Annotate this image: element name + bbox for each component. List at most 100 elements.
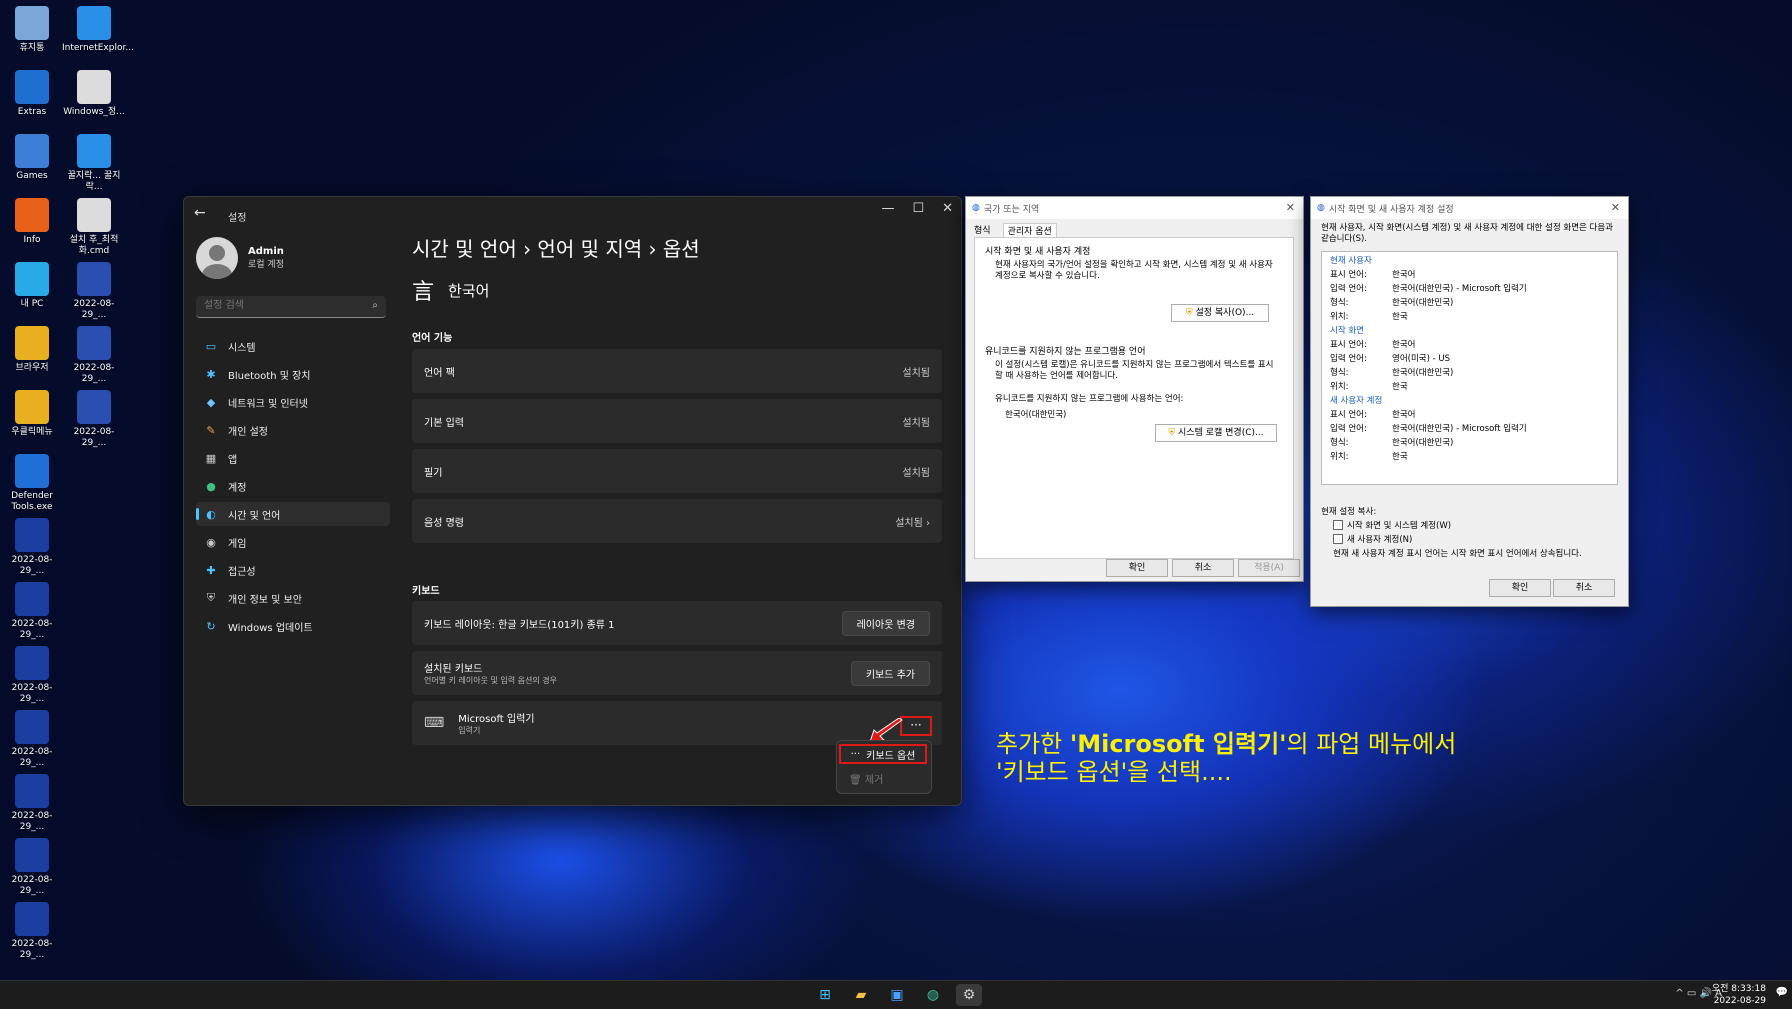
settings-icon[interactable]: ⚙ (956, 984, 982, 1006)
back-arrow-icon[interactable]: ← (194, 205, 206, 221)
desktop-icon[interactable]: Defender Tools.exe (0, 454, 64, 513)
desktop-icon[interactable]: Info (0, 198, 64, 246)
clock[interactable]: 오전 8:33:18 2022-08-29 (1712, 983, 1766, 1007)
desktop-icon[interactable]: Extras (0, 70, 64, 118)
notification-icon[interactable]: 💬 (1776, 987, 1788, 998)
sidebar-item-6[interactable]: ◐ 시간 및 언어 (196, 502, 390, 526)
desktop-icon[interactable]: 2022-08-29_... (0, 518, 64, 577)
feature-row[interactable]: 음성 명령 설치됨 › (412, 499, 942, 543)
desktop-icon[interactable]: 2022-08-29_... (0, 902, 64, 961)
copy-welcome-checkbox[interactable]: 시작 화면 및 시스템 계정(W) (1333, 519, 1451, 531)
sidebar-item-8[interactable]: ✚ 접근성 (196, 558, 390, 582)
sidebar-item-7[interactable]: ◉ 게임 (196, 530, 390, 554)
summary-value: 한국어(대한민국) (1392, 438, 1454, 448)
close-icon[interactable]: ✕ (1286, 201, 1295, 214)
sidebar-item-label: 네트워크 및 인터넷 (228, 398, 308, 410)
close-icon[interactable]: ✕ (1611, 201, 1620, 214)
change-layout-button[interactable]: 레이아웃 변경 (841, 610, 930, 636)
settings-search: ⌕ (196, 296, 386, 318)
desktop-icon[interactable]: Windows_정... (62, 70, 126, 118)
maximize-icon[interactable]: ☐ (912, 201, 924, 216)
desktop-icon[interactable]: 내 PC (0, 262, 64, 310)
ok-button[interactable]: 확인 (1489, 579, 1551, 597)
desktop-icon-label: 2022-08-29_... (73, 299, 115, 320)
summary-value: 한국어(대한민국) - Microsoft 입력기 (1392, 424, 1527, 434)
search-input[interactable] (196, 296, 372, 315)
desktop-icon[interactable]: 우클릭메뉴 (0, 390, 64, 438)
desktop-icon[interactable]: 2022-08-29_... (0, 646, 64, 705)
desktop-icon[interactable]: 2022-08-29_... (62, 390, 126, 449)
desktop-icon[interactable]: 브라우저 (0, 326, 64, 374)
user-profile[interactable]: Admin 로컬 계정 (196, 237, 284, 279)
desktop-icon-label: InternetExplor... (62, 43, 134, 53)
desktop-icon[interactable]: Games (0, 134, 64, 182)
apply-button[interactable]: 적용(A) (1238, 559, 1300, 577)
more-options-button[interactable]: ··· (900, 716, 932, 736)
close-icon[interactable]: ✕ (942, 201, 953, 216)
settings-summary-list: 현재 사용자 표시 언어: 한국어 입력 언어: 한국어(대한민국) - Microso… (1321, 251, 1618, 485)
sidebar-nav: ▭ 시스템 ✱ Bluetooth 및 장치 ◆ 네트워크 및 인터넷 ✎ 개인 설정 ▦ 앱 ● 계… (196, 334, 390, 642)
feature-row[interactable]: 필기 설치됨 (412, 449, 942, 493)
sidebar-item-1[interactable]: ✱ Bluetooth 및 장치 (196, 362, 390, 386)
minimize-icon[interactable]: — (881, 201, 894, 216)
copy-label: 현재 설정 복사: (1321, 507, 1377, 517)
desktop-app-icon (15, 518, 49, 552)
copy-new-user-checkbox[interactable]: 새 사용자 계정(N) (1333, 533, 1412, 545)
tab-format[interactable]: 형식 (974, 223, 991, 237)
window-title: 설정 (228, 213, 247, 224)
summary-value: 한국어(대한민국) (1392, 298, 1454, 308)
desktop-icon[interactable]: 꿀지락... 꿀지락... (62, 134, 126, 193)
welcome-dialog-titlebar: ◍ 시작 화면 및 새 사용자 계정 설정 ✕ (1311, 197, 1628, 219)
sidebar-item-5[interactable]: ● 계정 (196, 474, 390, 498)
desktop-icon[interactable]: 2022-08-29_... (0, 710, 64, 769)
desktop-icon[interactable]: 2022-08-29_... (0, 774, 64, 833)
ok-button[interactable]: 확인 (1106, 559, 1168, 577)
welcome-intro: 현재 사용자, 시작 화면(시스템 계정) 및 새 사용자 계정에 대한 설정 … (1321, 223, 1614, 244)
keyboard-options-menu-item[interactable]: ··· 키보드 옵션 (839, 744, 927, 764)
profile-name: Admin (248, 246, 284, 257)
sidebar-item-9[interactable]: ⛨ 개인 정보 및 보안 (196, 586, 390, 610)
desktop-icon[interactable]: 휴지통 (0, 6, 64, 54)
add-keyboard-button[interactable]: 키보드 추가 (850, 660, 930, 686)
region-dialog-titlebar: ◍ 국가 또는 지역 ✕ (966, 197, 1303, 219)
feature-status: 설치됨 › (895, 517, 930, 529)
summary-section-head: 새 사용자 계정 (1330, 396, 1383, 406)
sidebar-item-0[interactable]: ▭ 시스템 (196, 334, 390, 358)
desktop-icon-label: 브라우저 (15, 363, 49, 373)
desktop-icon[interactable]: 2022-08-29_... (62, 262, 126, 321)
sidebar-item-3[interactable]: ✎ 개인 설정 (196, 418, 390, 442)
sidebar-item-2[interactable]: ◆ 네트워크 및 인터넷 (196, 390, 390, 414)
cancel-button[interactable]: 취소 (1553, 579, 1615, 597)
desktop-icon-label: 2022-08-29_... (11, 939, 53, 960)
desktop-icon[interactable]: 2022-08-29_... (0, 838, 64, 897)
remove-menu-item[interactable]: 🗑 제거 (849, 771, 883, 786)
change-system-locale-button[interactable]: ⛨ 시스템 로캘 변경(C)... (1155, 424, 1277, 442)
desktop-app-icon (77, 198, 111, 232)
copy-settings-button[interactable]: ⛨ 설정 복사(O)... (1171, 304, 1269, 322)
explorer-icon[interactable]: ▰ (848, 984, 874, 1006)
sidebar-item-10[interactable]: ↻ Windows 업데이트 (196, 614, 390, 638)
installed-keyboards-label: 설치된 키보드 (424, 664, 483, 675)
summary-section-head: 시작 화면 (1330, 326, 1364, 336)
tutorial-annotation: 추가한 'Microsoft 입력기'의 파업 메뉴에서 '키보드 옵션'을 선… (996, 730, 1457, 786)
summary-key: 입력 언어: (1330, 284, 1367, 294)
desktop-icon[interactable]: InternetExplor... (62, 6, 134, 54)
search-icon[interactable]: ⌕ (372, 300, 378, 311)
summary-value: 한국어 (1392, 410, 1416, 420)
store-icon[interactable]: ▣ (884, 984, 910, 1006)
feature-row[interactable]: 기본 입력 설치됨 (412, 399, 942, 443)
desktop-app-icon (77, 134, 111, 168)
sidebar-item-label: 시간 및 언어 (228, 510, 281, 522)
cancel-button[interactable]: 취소 (1172, 559, 1234, 577)
nav-icon: ↻ (206, 619, 216, 633)
start-icon[interactable]: ⊞ (812, 984, 838, 1006)
window-controls: — ☐ ✕ (881, 201, 953, 216)
tab-admin-options[interactable]: 관리자 옵션 (1002, 223, 1057, 237)
ime-row: ⌨ Microsoft 입력기 입력기 (412, 701, 942, 745)
desktop-icon[interactable]: 2022-08-29_... (62, 326, 126, 385)
edge-icon[interactable]: ◍ (920, 984, 946, 1006)
desktop-icon[interactable]: 설치 후_최적화.cmd (62, 198, 126, 257)
desktop-icon[interactable]: 2022-08-29_... (0, 582, 64, 641)
sidebar-item-4[interactable]: ▦ 앱 (196, 446, 390, 470)
feature-row[interactable]: 언어 팩 설치됨 (412, 349, 942, 393)
